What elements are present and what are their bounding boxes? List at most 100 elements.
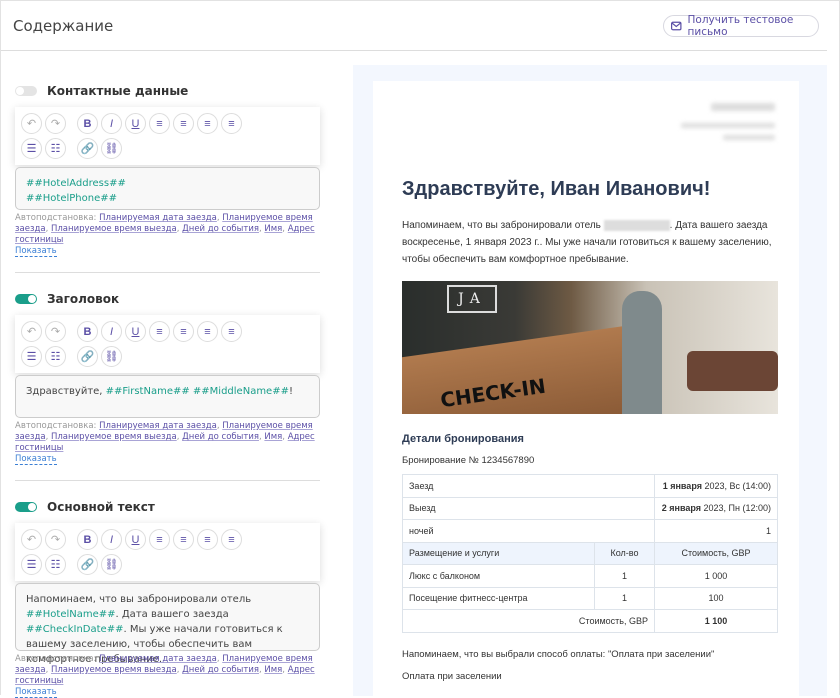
align-right-button[interactable]: ≡ bbox=[197, 113, 218, 134]
toolbar-row: ↶ ↷ B I U ≡ ≡ ≡ ≡ bbox=[21, 113, 314, 134]
service-name: Посещение фитнесс-центра bbox=[402, 586, 595, 610]
service-cost: 100 bbox=[654, 586, 778, 610]
section-title: Заголовок bbox=[47, 292, 120, 306]
toggle-knob bbox=[16, 87, 24, 95]
bullet-list-button[interactable]: ☰ bbox=[21, 554, 42, 575]
email-preview: Здравствуйте, Иван Иванович! Напоминаем,… bbox=[353, 65, 827, 696]
section-divider bbox=[15, 272, 320, 273]
redo-icon: ↷ bbox=[50, 326, 61, 338]
editor-text: . Дата вашего заезда bbox=[115, 609, 229, 620]
autosub-link[interactable]: Дней до события bbox=[182, 432, 259, 442]
show-more-link[interactable]: Показать bbox=[15, 687, 57, 698]
show-more-link[interactable]: Показать bbox=[15, 246, 57, 257]
booking-table: Заезд 1 января 2023, Вс (14:00) Выезд 2 ян… bbox=[402, 474, 778, 633]
autosub-link[interactable]: Планируемая дата заезда bbox=[99, 213, 217, 223]
editor-field[interactable]: ##HotelAddress## ##HotelPhone## bbox=[15, 167, 320, 210]
bold-button[interactable]: B bbox=[77, 529, 98, 550]
checkout-label: Выезд bbox=[402, 496, 655, 520]
align-left-button[interactable]: ≡ bbox=[149, 529, 170, 550]
align-center-button[interactable]: ≡ bbox=[173, 113, 194, 134]
autosub-link[interactable]: Дней до события bbox=[182, 224, 259, 234]
unlink-icon: ⛓ bbox=[104, 143, 119, 155]
undo-button[interactable]: ↶ bbox=[21, 321, 42, 342]
italic-button[interactable]: I bbox=[101, 529, 122, 550]
align-center-button[interactable]: ≡ bbox=[173, 529, 194, 550]
autosub-link[interactable]: Планируемое время выезда bbox=[51, 665, 177, 675]
autosub-label: Автоподстановка: bbox=[15, 421, 97, 431]
blurred-address bbox=[681, 123, 775, 128]
bullet-list-button[interactable]: ☰ bbox=[21, 346, 42, 367]
show-more-link[interactable]: Показать bbox=[15, 454, 57, 465]
align-left-button[interactable]: ≡ bbox=[149, 113, 170, 134]
get-test-email-button[interactable]: Получить тестовое письмо bbox=[663, 14, 819, 38]
bold-icon: B bbox=[83, 117, 92, 130]
toggle-knob bbox=[28, 295, 36, 303]
align-justify-button[interactable]: ≡ bbox=[221, 529, 242, 550]
align-justify-button[interactable]: ≡ bbox=[221, 113, 242, 134]
bullet-list-button[interactable]: ☰ bbox=[21, 138, 42, 159]
align-justify-button[interactable]: ≡ bbox=[221, 321, 242, 342]
header: Содержание Получить тестовое письмо bbox=[1, 1, 827, 51]
autosub-link[interactable]: Дней до события bbox=[182, 665, 259, 675]
autosub-link[interactable]: Планируемое время выезда bbox=[51, 224, 177, 234]
numbered-list-button[interactable]: ☷ bbox=[45, 554, 66, 575]
editor-toolbar: ↶ ↷ B I U ≡ ≡ ≡ ≡ ☰ ☷ 🔗 ⛓ bbox=[15, 523, 320, 581]
redo-button[interactable]: ↷ bbox=[45, 529, 66, 550]
nights-row: ночей 1 bbox=[402, 519, 778, 543]
editor-toolbar: ↶ ↷ B I U ≡ ≡ ≡ ≡ ☰ ☷ 🔗 ⛓ bbox=[15, 107, 320, 165]
numbered-list-button[interactable]: ☷ bbox=[45, 346, 66, 367]
email-greeting: Здравствуйте, Иван Иванович! bbox=[402, 178, 711, 200]
nights-label: ночей bbox=[402, 519, 655, 543]
col-cost: Стоимость, GBP bbox=[654, 541, 778, 565]
align-right-button[interactable]: ≡ bbox=[197, 529, 218, 550]
service-qty: 1 bbox=[594, 564, 655, 588]
italic-button[interactable]: I bbox=[101, 321, 122, 342]
table-row: Люкс с балконом 1 1 000 bbox=[402, 564, 778, 588]
service-name: Люкс с балконом bbox=[402, 564, 595, 588]
service-qty: 1 bbox=[594, 586, 655, 610]
placeholder-token: ##FirstName## bbox=[105, 386, 190, 397]
redo-button[interactable]: ↷ bbox=[45, 113, 66, 134]
section-toggle[interactable] bbox=[15, 294, 37, 304]
align-center-icon: ≡ bbox=[180, 117, 187, 130]
underline-button[interactable]: U bbox=[125, 113, 146, 134]
autosub-link[interactable]: Имя bbox=[264, 432, 282, 442]
autosub-link[interactable]: Планируемая дата заезда bbox=[99, 654, 217, 664]
numbered-list-button[interactable]: ☷ bbox=[45, 138, 66, 159]
undo-button[interactable]: ↶ bbox=[21, 529, 42, 550]
italic-button[interactable]: I bbox=[101, 113, 122, 134]
editor-field[interactable]: Напоминаем, что вы забронировали отель #… bbox=[15, 583, 320, 665]
autosub-link[interactable]: Имя bbox=[264, 665, 282, 675]
bullet-list-icon: ☰ bbox=[26, 559, 37, 571]
unlink-button[interactable]: ⛓ bbox=[101, 346, 122, 367]
autosub-link[interactable]: Планируемое время выезда bbox=[51, 432, 177, 442]
align-right-button[interactable]: ≡ bbox=[197, 321, 218, 342]
bold-button[interactable]: B bbox=[77, 113, 98, 134]
toolbar-gap bbox=[69, 554, 74, 575]
undo-button[interactable]: ↶ bbox=[21, 113, 42, 134]
toggle-knob bbox=[28, 503, 36, 511]
redo-button[interactable]: ↷ bbox=[45, 321, 66, 342]
underline-button[interactable]: U bbox=[125, 529, 146, 550]
underline-icon: U bbox=[131, 325, 140, 338]
autosub-link[interactable]: Имя bbox=[264, 224, 282, 234]
unlink-button[interactable]: ⛓ bbox=[101, 554, 122, 575]
bold-button[interactable]: B bbox=[77, 321, 98, 342]
editor-toolbar: ↶ ↷ B I U ≡ ≡ ≡ ≡ ☰ ☷ 🔗 ⛓ bbox=[15, 315, 320, 373]
link-button[interactable]: 🔗 bbox=[77, 554, 98, 575]
section-toggle[interactable] bbox=[15, 502, 37, 512]
link-button[interactable]: 🔗 bbox=[77, 138, 98, 159]
section-toggle[interactable] bbox=[15, 86, 37, 96]
unlink-button[interactable]: ⛓ bbox=[101, 138, 122, 159]
numbered-list-icon: ☷ bbox=[50, 559, 61, 571]
checkout-row: Выезд 2 января 2023, Пн (12:00) bbox=[402, 496, 778, 520]
autosub-link[interactable]: Планируемая дата заезда bbox=[99, 421, 217, 431]
align-left-button[interactable]: ≡ bbox=[149, 321, 170, 342]
link-button[interactable]: 🔗 bbox=[77, 346, 98, 367]
align-center-button[interactable]: ≡ bbox=[173, 321, 194, 342]
underline-button[interactable]: U bbox=[125, 321, 146, 342]
editor-field[interactable]: Здравствуйте, ##FirstName## ##MiddleName… bbox=[15, 375, 320, 418]
toolbar-gap bbox=[69, 529, 74, 550]
align-justify-icon: ≡ bbox=[228, 117, 235, 130]
payment-note: Напоминаем, что вы выбрали способ оплаты… bbox=[402, 649, 715, 660]
